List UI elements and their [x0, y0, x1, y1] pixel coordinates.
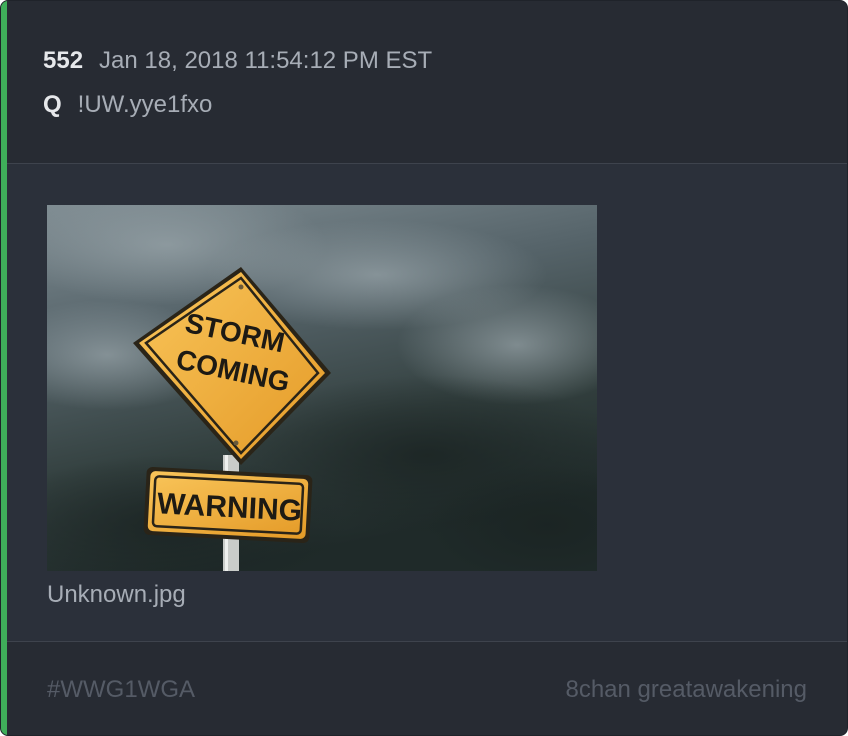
post-header: 552 Jan 18, 2018 11:54:12 PM EST Q !UW.y… — [7, 1, 847, 164]
warning-sign: WARNING — [143, 467, 313, 543]
storm-sign-image: STORM COMING WARNING — [47, 205, 597, 571]
post-author: Q — [43, 91, 62, 118]
post-author-row: Q !UW.yye1fxo — [43, 91, 212, 125]
post-meta-row: 552 Jan 18, 2018 11:54:12 PM EST — [43, 47, 432, 81]
post-card: 552 Jan 18, 2018 11:54:12 PM EST Q !UW.y… — [0, 0, 848, 736]
hashtag-link[interactable]: #WWG1WGA — [47, 676, 195, 704]
post-number[interactable]: 552 — [43, 47, 83, 75]
post-date: Jan 18, 2018 11:54:12 PM EST — [99, 47, 433, 74]
post-footer: #WWG1WGA 8chan greatawakening — [7, 641, 847, 735]
attachment-image[interactable]: STORM COMING WARNING — [47, 205, 597, 571]
source-link[interactable]: 8chan greatawakening — [565, 676, 807, 704]
attachment-filename[interactable]: Unknown.jpg — [47, 581, 186, 609]
post-tripcode: !UW.yye1fxo — [77, 91, 213, 118]
post-body: STORM COMING WARNING Unknown.jpg — [7, 164, 847, 641]
